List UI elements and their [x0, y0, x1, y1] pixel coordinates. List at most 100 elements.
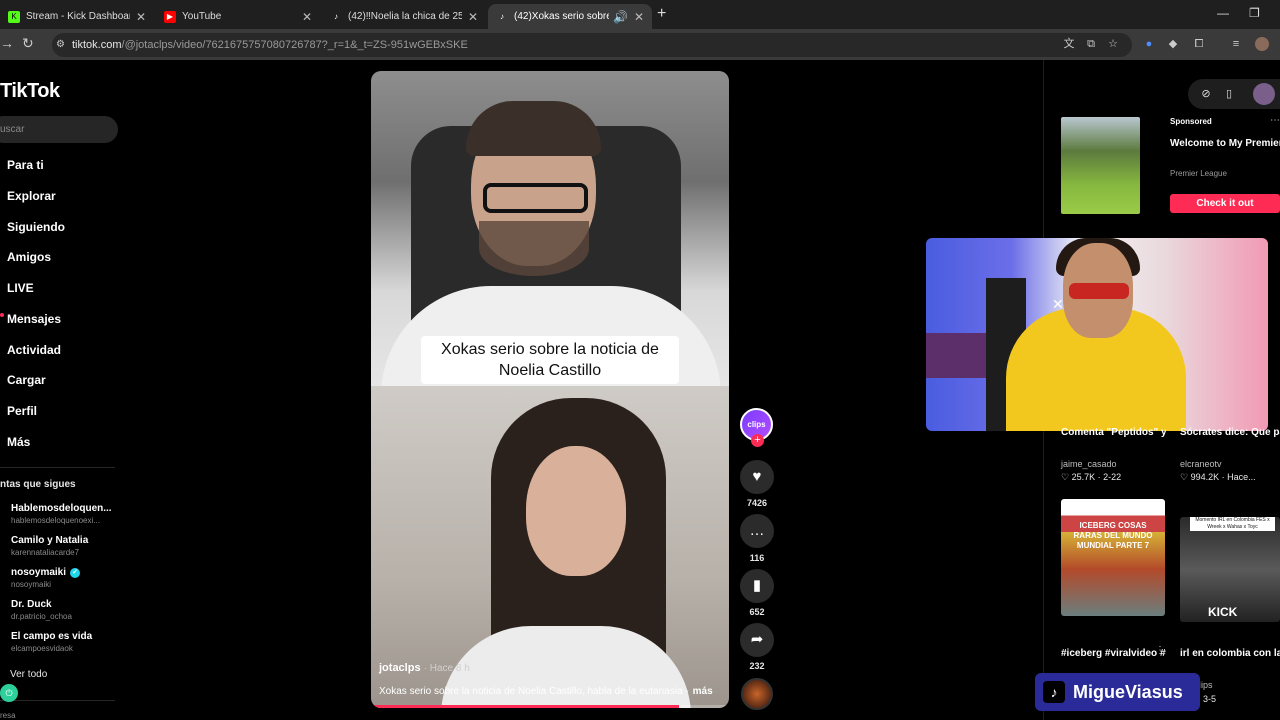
new-tab-button[interactable]: + [657, 5, 666, 23]
video-thumbnail[interactable]: Momento IRL en Colombia FES x Wreek x Wa… [1180, 517, 1280, 622]
power-icon[interactable]: ⏻ [0, 684, 18, 702]
minimize-icon[interactable]: — [1217, 6, 1229, 20]
nav-actividad[interactable]: Actividad [7, 343, 61, 357]
kick-icon: K [8, 10, 20, 23]
video-top-frame: Xokas serio sobre la noticia de Noelia C… [371, 71, 729, 396]
sidebar-bottom-text: resa [0, 711, 16, 720]
following-account[interactable]: nosoymaiki ✓ nosoymaiki [11, 567, 81, 589]
ad-cta-button[interactable]: Check it out [1170, 194, 1280, 213]
more-options-icon[interactable]: ⋯ [1270, 115, 1280, 126]
translate-icon[interactable]: 文 [1062, 37, 1076, 51]
video-bottom-frame [371, 386, 729, 708]
close-icon[interactable]: ✕ [634, 10, 644, 24]
following-account[interactable]: Hablemosdeloquen... hablemosdeloquenoexi… [11, 503, 112, 525]
tab-tiktok-xokas[interactable]: ♪ (42)Xokas serio sobre la not 🔊 ✕ [488, 4, 652, 29]
tab-tiktok-noelia[interactable]: ♪ (42)‼Noelia la chica de 25 años ✕ [322, 4, 486, 29]
tab-youtube[interactable]: ▶ YouTube ✕ [156, 4, 320, 29]
tab-title: (42)Xokas serio sobre la not [514, 11, 609, 22]
notification-dot [0, 313, 4, 317]
nav-siguiendo[interactable]: Siguiendo [7, 220, 65, 234]
reload-icon[interactable]: ↻ [22, 35, 34, 52]
nav-cargar[interactable]: Cargar [7, 373, 46, 387]
account-handle: karennataliacarde7 [11, 548, 80, 557]
site-info-icon[interactable]: ⚙ [56, 38, 69, 51]
following-account[interactable]: Camilo y Natalia karennataliacarde7 [11, 535, 88, 557]
extension-icon[interactable]: ◆ [1166, 37, 1180, 51]
compass-icon[interactable]: ⊘ [1199, 87, 1213, 101]
nav-para-ti[interactable]: Para ti [7, 158, 44, 172]
nav-explorar[interactable]: Explorar [7, 189, 56, 203]
comment-icon[interactable]: … [740, 514, 774, 548]
video-progress-bar[interactable] [371, 705, 729, 708]
tiktok-icon: ♪ [1043, 681, 1065, 703]
tiktok-logo[interactable]: TikTok [0, 80, 60, 103]
bookmark-star-icon[interactable]: ☆ [1106, 37, 1120, 51]
sponsored-label: Sponsored [1170, 117, 1212, 126]
follow-plus-icon[interactable]: + [751, 434, 764, 447]
close-icon[interactable]: ✕ [302, 10, 312, 24]
forward-icon[interactable]: → [0, 35, 14, 51]
streamer-name-badge: ♪ MigueViasus [1035, 673, 1200, 711]
account-name: Dr. Duck [11, 599, 52, 610]
account-name: Hablemosdeloquen... [11, 503, 112, 514]
more-link[interactable]: más [693, 686, 713, 697]
tiktok-icon: ♪ [334, 12, 338, 21]
progress-fill [371, 705, 679, 708]
streamer-webcam-overlay: ✕ [926, 238, 1268, 431]
account-name: nosoymaiki [11, 567, 67, 578]
nav-mensajes[interactable]: Mensajes [7, 312, 61, 326]
thumbnail-text: Momento IRL en Colombia FES x Wreek x Wa… [1190, 517, 1275, 531]
phone-icon[interactable]: ▯ [1222, 87, 1236, 101]
account-handle: nosoymaiki [11, 580, 52, 589]
profile-avatar-icon[interactable] [1255, 37, 1269, 51]
speaker-icon[interactable]: 🔊 [613, 10, 628, 24]
save-count: 652 [749, 607, 765, 617]
share-icon[interactable]: ➦ [740, 623, 774, 657]
nav-mas[interactable]: Más [7, 435, 30, 449]
divider [0, 700, 115, 701]
see-all-link[interactable]: Ver todo [10, 669, 47, 680]
card-title[interactable]: Sócrates dice: Que pasaría si el Mon... [1180, 426, 1280, 440]
card-title[interactable]: irl en colombia con la ganga... [1180, 647, 1280, 661]
extension-icon[interactable]: ● [1142, 37, 1156, 51]
close-icon[interactable]: ✕ [136, 10, 146, 24]
ad-brand: Premier League [1170, 169, 1227, 178]
card-author[interactable]: elcraneotv [1180, 459, 1222, 469]
nav-live[interactable]: LIVE [7, 281, 34, 295]
ad-title[interactable]: Welcome to My Premier League Wish... [1170, 137, 1280, 151]
following-account[interactable]: El campo es vida elcampoesvidaok [11, 631, 92, 653]
nav-amigos[interactable]: Amigos [7, 250, 51, 264]
following-account[interactable]: Dr. Duck dr.patricio_ochoa [11, 599, 72, 621]
like-icon[interactable]: ♥ [740, 460, 774, 494]
author-name: jotaclps [379, 662, 421, 674]
video-thumbnail[interactable]: ICEBERG COSAS RARAS DEL MUNDO MUNDIAL PA… [1061, 499, 1165, 616]
bookmark-icon[interactable]: ▮ [740, 569, 774, 603]
thumbnail-text: ICEBERG COSAS RARAS DEL MUNDO MUNDIAL PA… [1073, 521, 1153, 550]
search-input[interactable]: uscar [0, 116, 118, 143]
card-stats: ♡ 994.2K · Hace... [1180, 472, 1256, 482]
account-handle: elcampoesvidaok [11, 644, 73, 653]
user-avatar[interactable] [1253, 83, 1275, 105]
close-icon[interactable]: ✕ [468, 10, 478, 24]
puzzle-icon[interactable]: ⧠ [1192, 37, 1206, 51]
account-handle: hablemosdeloquenoexi... [11, 516, 100, 525]
card-title[interactable]: Comenta "Peptidos" y te... [1061, 426, 1166, 440]
card-title[interactable]: #iceberg #viralvideo #fyp... [1061, 647, 1166, 661]
tiktok-icon: ♪ [500, 12, 504, 21]
ad-thumbnail[interactable] [1061, 117, 1140, 214]
card-author[interactable]: jaime_casado [1061, 459, 1117, 469]
music-disc-icon[interactable] [741, 678, 773, 710]
restore-icon[interactable]: ❐ [1249, 6, 1260, 20]
video-player[interactable]: Xokas serio sobre la noticia de Noelia C… [371, 71, 729, 708]
comment-count: 116 [749, 553, 765, 563]
video-author[interactable]: jotaclps · Hace 8 h [379, 662, 470, 674]
nav-perfil[interactable]: Perfil [7, 404, 37, 418]
url-host: tiktok.com [72, 39, 122, 51]
divider [0, 467, 115, 468]
thumbnail-brand: KICK [1208, 605, 1238, 619]
more-options-icon[interactable]: ⋮ [1155, 645, 1165, 656]
tab-kick-dashboard[interactable]: K Stream - Kick Dashboard ✕ [0, 4, 154, 29]
url-field[interactable]: ⚙ tiktok.com/@jotaclps/video/76216757570… [52, 33, 1132, 57]
media-control-icon[interactable]: ≡ [1229, 37, 1243, 51]
cast-icon[interactable]: ⧉ [1084, 37, 1098, 51]
